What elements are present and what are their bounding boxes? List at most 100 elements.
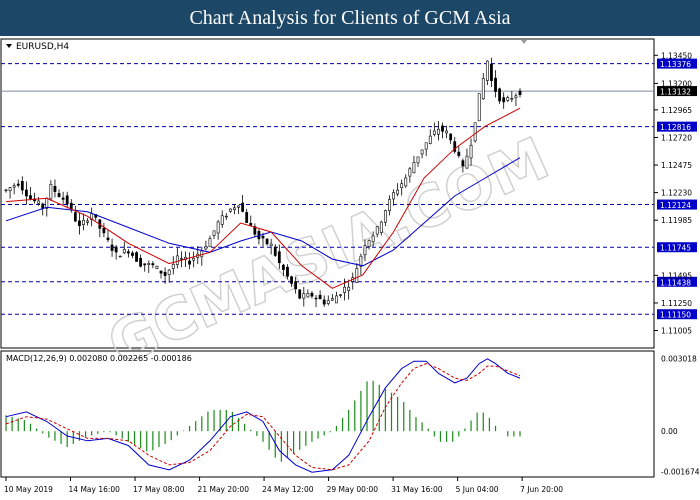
candle-body xyxy=(131,252,134,256)
candle-body xyxy=(477,93,481,122)
candle-body xyxy=(485,60,489,81)
candle-body xyxy=(441,125,444,132)
candle-body xyxy=(445,130,448,134)
candle-body xyxy=(12,185,16,188)
candle-body xyxy=(330,298,334,301)
candle-body xyxy=(310,292,314,297)
candle-body xyxy=(53,185,57,192)
candle-body xyxy=(408,168,412,177)
candle-body xyxy=(114,246,118,253)
candle-body xyxy=(73,212,77,222)
macd-axis-tick-label: 0.003018 xyxy=(661,354,697,363)
candle-body xyxy=(302,293,306,299)
candle-body xyxy=(135,252,138,262)
candle-body xyxy=(159,270,163,274)
candle-body xyxy=(355,268,359,283)
candle-body xyxy=(461,160,465,167)
level-price-label: 1.11745 xyxy=(660,244,691,253)
candle-body xyxy=(49,184,53,200)
candle-body xyxy=(175,255,179,265)
candle-body xyxy=(171,264,175,269)
candle-body xyxy=(347,286,351,291)
candle-body xyxy=(216,221,220,234)
time-axis-tick-label: 14 May 16:00 xyxy=(69,485,121,494)
candle-body xyxy=(139,257,143,267)
candle-body xyxy=(65,195,69,205)
candle-body xyxy=(37,200,41,204)
candle-body xyxy=(102,227,106,234)
candle-body xyxy=(510,97,514,100)
candle-body xyxy=(424,142,428,150)
price-axis-tick-label: 1.12475 xyxy=(661,161,692,170)
candle-body xyxy=(69,202,73,210)
price-axis-tick-label: 1.13450 xyxy=(661,51,692,60)
candle-body xyxy=(518,90,522,95)
current-price-label: 1.13132 xyxy=(660,88,691,97)
candle-body xyxy=(8,187,12,192)
candle-body xyxy=(449,133,453,141)
candle-body xyxy=(192,257,196,261)
candle-body xyxy=(78,220,81,227)
candle-body xyxy=(147,263,151,265)
price-axis-tick-label: 1.12720 xyxy=(661,133,692,142)
candle-body xyxy=(494,77,497,92)
price-axis-tick-label: 1.13200 xyxy=(661,79,692,88)
candle-body xyxy=(126,251,130,254)
macd-axis-tick-label: -0.001674 xyxy=(661,468,700,477)
price-axis-tick-label: 1.12965 xyxy=(661,106,692,115)
price-axis-tick-label: 1.11495 xyxy=(661,271,692,280)
candle-body xyxy=(514,95,518,98)
candle-body xyxy=(261,235,265,239)
time-axis-tick-label: 5 Jun 04:00 xyxy=(456,485,499,494)
candle-body xyxy=(24,189,28,197)
candle-body xyxy=(228,208,232,212)
price-axis-tick-label: 1.11250 xyxy=(661,299,692,308)
candle-body xyxy=(269,243,273,247)
candle-body xyxy=(502,97,506,103)
candle-body xyxy=(298,289,302,299)
candle-body xyxy=(506,97,510,101)
candle-body xyxy=(383,210,387,223)
candle-body xyxy=(314,297,318,300)
price-axis-tick-label: 1.12230 xyxy=(661,189,692,198)
candle-body xyxy=(371,235,375,243)
candle-body xyxy=(233,207,236,210)
candle-body xyxy=(180,258,183,260)
candle-body xyxy=(326,300,330,304)
candle-body xyxy=(163,271,167,276)
candle-body xyxy=(151,263,155,266)
candle-body xyxy=(224,215,228,218)
candle-body xyxy=(473,122,477,142)
candle-body xyxy=(379,221,383,233)
candle-body xyxy=(306,293,310,298)
candle-body xyxy=(20,181,24,191)
candle-body xyxy=(249,222,253,226)
candle-body xyxy=(61,197,65,200)
time-axis-tick-label: 24 May 12:00 xyxy=(262,485,314,494)
candle-body xyxy=(57,193,61,198)
candle-body xyxy=(106,237,110,241)
level-price-label: 1.12816 xyxy=(660,123,691,132)
candle-body xyxy=(281,264,285,271)
candle-body xyxy=(428,135,432,144)
candle-body xyxy=(143,263,147,266)
candle-body xyxy=(375,226,379,235)
candle-body xyxy=(322,299,326,305)
time-axis-tick-label: 21 May 20:00 xyxy=(198,485,250,494)
candle-body xyxy=(45,197,49,209)
level-price-label: 1.11150 xyxy=(660,311,691,320)
candle-body xyxy=(412,162,416,174)
candle-body xyxy=(245,212,249,223)
trading-chart: GCMASIA.COM 1.133761.128161.121241.11745… xyxy=(0,36,700,500)
price-axis-tick-label: 1.11985 xyxy=(661,216,692,225)
candle-body xyxy=(86,220,89,223)
candle-body xyxy=(396,189,400,195)
candle-body xyxy=(237,205,240,208)
candle-body xyxy=(490,63,493,82)
candle-body xyxy=(29,195,32,199)
candle-body xyxy=(363,245,367,255)
candle-body xyxy=(41,203,45,209)
time-axis-tick-label: 29 May 00:00 xyxy=(327,485,379,494)
candle-body xyxy=(404,177,408,187)
candle-body xyxy=(241,202,245,212)
